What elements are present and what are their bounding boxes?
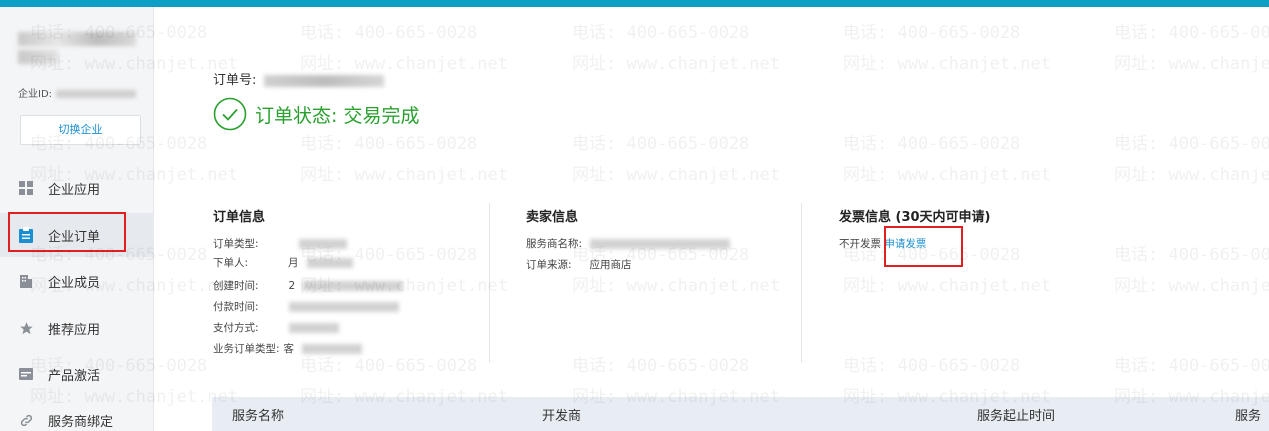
sidebar-item-apps[interactable]: 企业应用 [0,166,154,210]
sidebar-item-members[interactable]: 企业成员 [0,259,154,303]
order-number: 订单号: [213,69,385,88]
order-placer-field: 下单人: 月 [213,255,353,270]
company-name [18,29,136,65]
building-icon [18,273,34,289]
payment-time-field: 付款时间: [213,299,399,314]
column-divider [801,203,802,363]
column-divider [489,203,490,363]
sidebar-item-label: 产品激活 [48,368,101,384]
provider-name-field: 服务商名称: [526,236,731,251]
order-status: 订单状态: 交易完成 [213,97,419,131]
card-icon [18,366,34,382]
sidebar-item-label: 推荐应用 [48,322,101,338]
sidebar-item-label: 企业成员 [48,275,101,291]
created-time-field: 创建时间: 2 [213,278,404,293]
order-source-field: 订单来源: 应用商店 [526,259,632,271]
payment-method-field: 支付方式: [213,320,339,335]
seller-info-title: 卖家信息 [526,210,579,225]
services-table-header: 服务名称 开发商 服务起止时间 服务 [212,397,1269,431]
main-content: 订单号: 订单状态: 交易完成 订单信息 订单类型: 下单人: 月 创建时间: 2 … [155,7,1269,431]
sidebar-item-recommended[interactable]: 推荐应用 [0,306,154,350]
column-header-developer: 开发商 [542,408,582,424]
company-id: 企业ID: [18,85,137,100]
sidebar-item-label: 服务商绑定 [48,414,114,430]
check-circle-icon [213,97,247,131]
column-header-service-period: 服务起止时间 [977,408,1056,424]
link-icon [18,412,34,428]
column-header-service: 服务 [1235,408,1262,424]
grid-icon [18,180,34,196]
sidebar-item-label: 企业应用 [48,182,101,198]
invoice-info-title: 发票信息 (30天内可申请) [839,210,991,225]
switch-company-button[interactable]: 切换企业 [20,115,141,145]
order-type-field: 订单类型: [213,236,347,251]
top-accent-bar [0,0,1269,7]
order-info-title: 订单信息 [213,210,266,225]
orders-highlight-box [8,212,126,252]
sidebar-item-provider-binding[interactable]: 服务商绑定 [0,398,154,431]
business-order-type-field: 业务订单类型: 客 [213,341,363,356]
column-header-service-name: 服务名称 [232,408,285,424]
order-status-text: 订单状态: 交易完成 [255,104,420,127]
star-icon [18,320,34,336]
sidebar-item-activation[interactable]: 产品激活 [0,352,154,396]
invoice-highlight-box [884,226,963,267]
